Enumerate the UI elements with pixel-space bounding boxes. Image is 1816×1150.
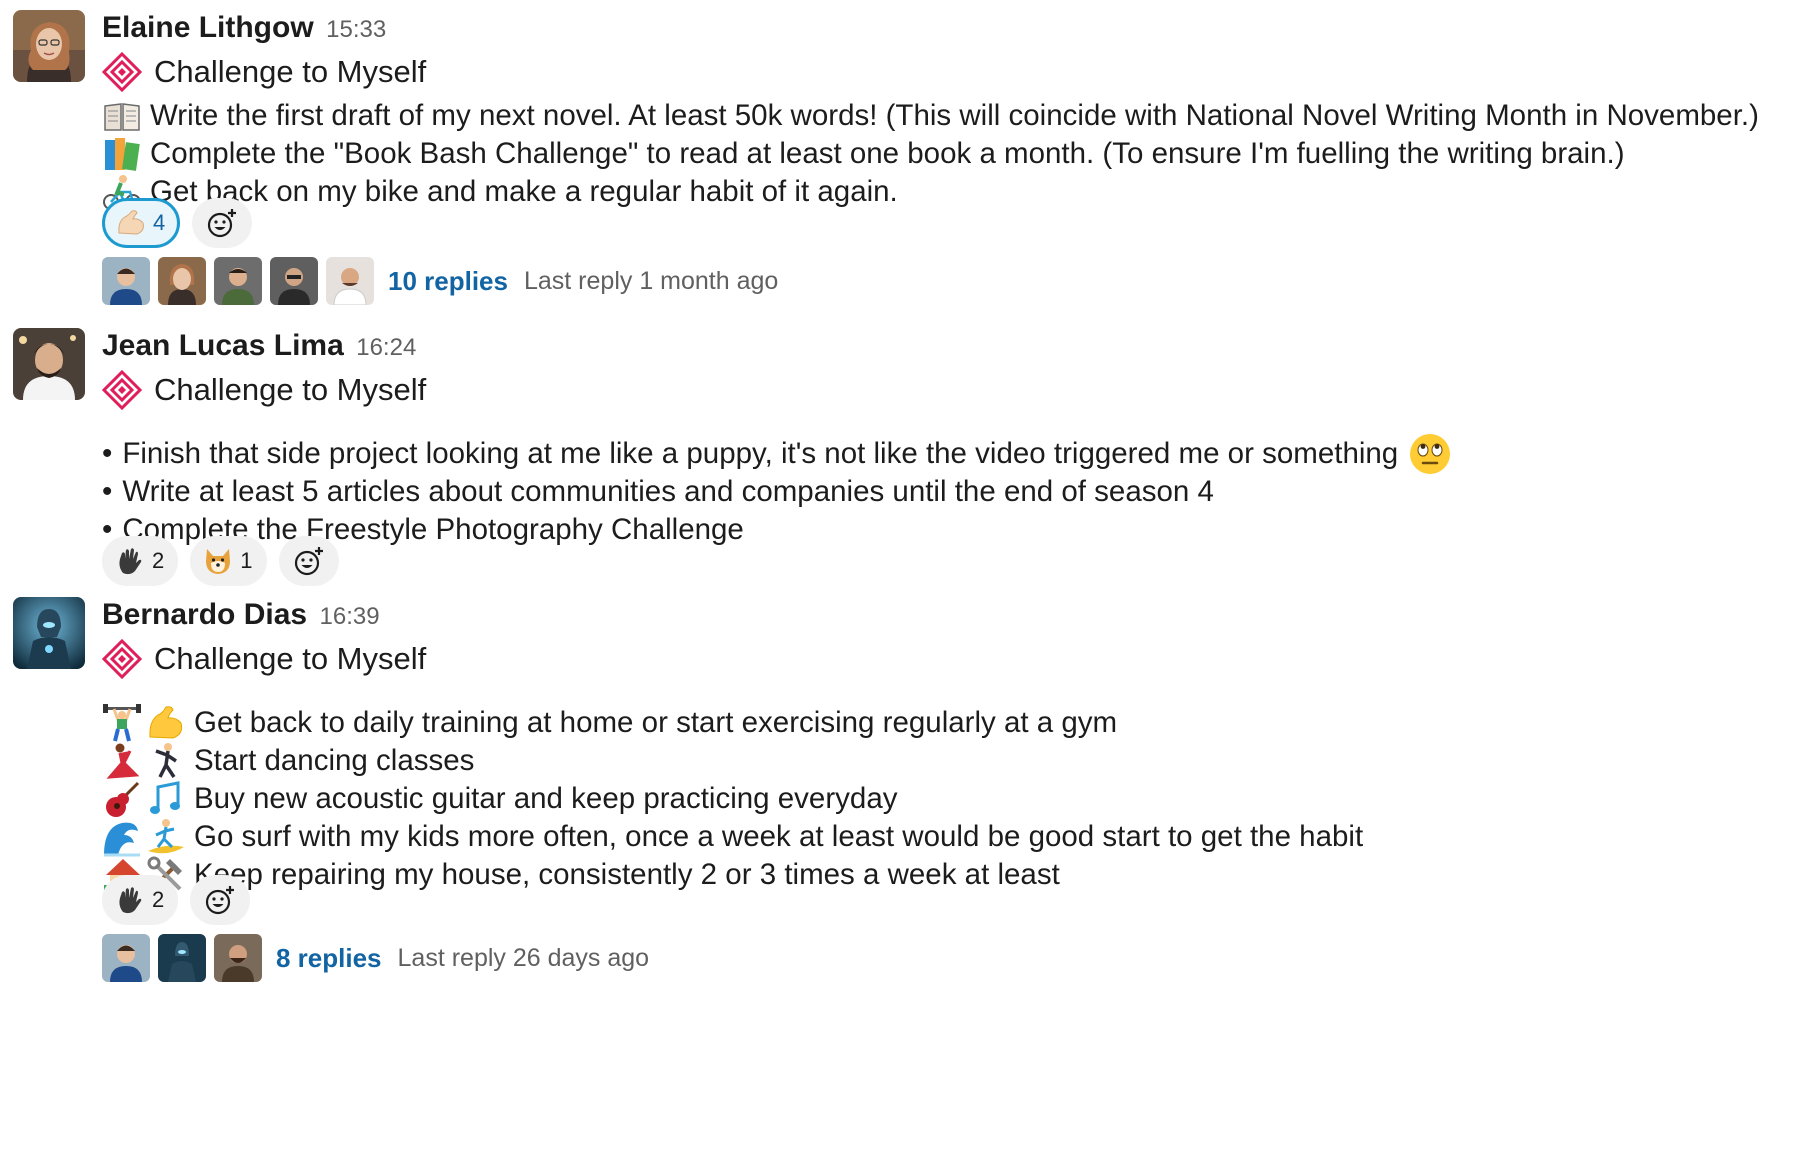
add-reaction-button[interactable] — [278, 536, 339, 586]
flexed-biceps-icon — [115, 207, 147, 239]
sender-name[interactable]: Elaine Lithgow — [102, 11, 314, 44]
wave-hand-icon — [114, 545, 146, 577]
thread-participant-avatar — [326, 257, 374, 305]
thread-summary[interactable]: 8 replies Last reply 26 days ago — [102, 933, 649, 983]
post-title: Challenge to Myself — [102, 50, 426, 94]
wave-icon — [102, 817, 142, 857]
avatar-bernardo-dias[interactable] — [13, 597, 85, 669]
weightlifter-icon — [102, 703, 142, 743]
post-title: Challenge to Myself — [102, 368, 426, 412]
thread-participant-avatar — [102, 257, 150, 305]
dancer-icon — [102, 741, 142, 781]
reaction-wave-hand[interactable]: 2 — [102, 536, 179, 586]
reaction-flexed-biceps[interactable]: 4 — [102, 198, 181, 248]
timestamp[interactable]: 15:33 — [326, 16, 386, 43]
books-icon — [102, 134, 142, 174]
message-header: Bernardo Dias 16:39 — [102, 593, 380, 637]
thread-participant-avatar — [158, 934, 206, 982]
shiba-dog-icon — [202, 545, 234, 577]
reaction-shiba-dog[interactable]: 1 — [190, 536, 267, 586]
message-header: Jean Lucas Lima 16:24 — [102, 324, 416, 368]
challenge-diamond-icon — [102, 639, 142, 679]
thread-replies-link[interactable]: 8 replies — [276, 943, 382, 974]
add-emoji-icon — [206, 886, 235, 915]
thread-summary[interactable]: 10 replies Last reply 1 month ago — [102, 256, 778, 306]
thread-participant-avatar — [270, 257, 318, 305]
post-title: Challenge to Myself — [102, 637, 426, 681]
challenge-diamond-icon — [102, 370, 142, 410]
flexed-biceps-icon — [146, 703, 186, 743]
surfer-icon — [146, 817, 186, 857]
reactions-bar: 4 — [102, 198, 253, 248]
avatar-jean-lucas-lima[interactable] — [13, 328, 85, 400]
eye-roll-face-icon — [1408, 432, 1452, 476]
message-header: Elaine Lithgow 15:33 — [102, 6, 386, 50]
thread-participant-avatar — [158, 257, 206, 305]
book-icon — [102, 96, 142, 136]
avatar-elaine-lithgow[interactable] — [13, 10, 85, 82]
add-emoji-icon — [208, 209, 237, 238]
timestamp[interactable]: 16:24 — [356, 334, 416, 361]
timestamp[interactable]: 16:39 — [320, 603, 380, 630]
sender-name[interactable]: Bernardo Dias — [102, 598, 307, 631]
music-notes-icon — [146, 779, 186, 819]
man-dancing-icon — [146, 741, 186, 781]
thread-participant-avatar — [214, 934, 262, 982]
thread-participant-avatar — [214, 257, 262, 305]
add-reaction-button[interactable] — [192, 198, 253, 248]
wave-hand-icon — [114, 884, 146, 916]
reaction-wave-hand[interactable]: 2 — [102, 875, 179, 925]
challenge-diamond-icon — [102, 52, 142, 92]
guitar-icon — [102, 779, 142, 819]
last-reply-time: Last reply 26 days ago — [397, 943, 650, 972]
reactions-bar: 2 1 — [102, 536, 339, 586]
add-reaction-button[interactable] — [190, 875, 251, 925]
last-reply-time: Last reply 1 month ago — [523, 266, 779, 295]
add-emoji-icon — [294, 547, 323, 576]
sender-name[interactable]: Jean Lucas Lima — [102, 329, 344, 362]
thread-replies-link[interactable]: 10 replies — [388, 266, 508, 297]
thread-participant-avatar — [102, 934, 150, 982]
reactions-bar: 2 — [102, 875, 251, 925]
